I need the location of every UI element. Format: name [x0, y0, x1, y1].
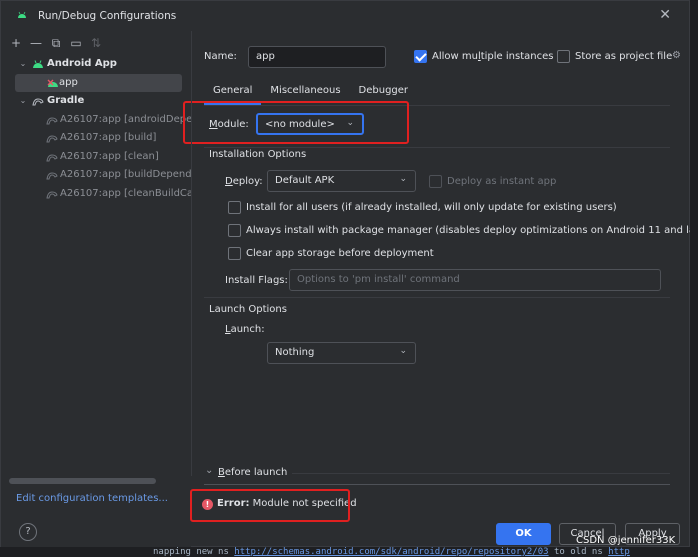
gradle-icon	[46, 190, 58, 198]
tree-node-label: Gradle	[47, 95, 85, 106]
tree-node-label: A26107:app [cleanBuildCache	[60, 187, 191, 199]
deploy-instant-label: Deploy as instant app	[447, 176, 557, 187]
ide-background-right	[690, 0, 698, 557]
gradle-icon	[46, 135, 58, 143]
move-to-folder-icon[interactable]: ▭	[69, 36, 83, 50]
editor-code-line: napping new ns http://schemas.android.co…	[153, 547, 630, 557]
sort-icon[interactable]: ⇅	[89, 36, 103, 50]
store-as-project-label: Store as project file	[575, 51, 673, 62]
tree-toolbar: + — ⧉ ▭ ⇅	[9, 35, 103, 51]
tree-node-app[interactable]: app	[15, 73, 182, 92]
remove-icon[interactable]: —	[29, 36, 43, 50]
name-label: Name:	[204, 51, 237, 62]
tree-node-gradle[interactable]: ⌄ Gradle	[1, 92, 191, 111]
tree-node-label: A26107:app [clean]	[60, 150, 159, 162]
tree-node-label: A26107:app [buildDependent	[60, 169, 191, 180]
android-error-icon	[47, 79, 58, 87]
deploy-select-value: Default APK	[275, 175, 335, 186]
launch-options-heading: Launch Options	[209, 304, 287, 315]
always-pm-label: Always install with package manager (dis…	[246, 225, 698, 236]
panel-divider	[191, 31, 192, 476]
help-icon[interactable]: ?	[19, 523, 37, 541]
android-icon	[18, 11, 26, 18]
install-flags-input[interactable]: Options to 'pm install' command	[289, 269, 661, 291]
divider	[204, 147, 670, 148]
tree-node-label: Android App	[47, 58, 117, 69]
tree-node-gradle-task[interactable]: A26107:app [androidDepend	[1, 111, 191, 130]
before-launch-heading[interactable]: Before launch	[218, 467, 287, 478]
launch-select[interactable]: Nothing ⌄	[267, 342, 416, 364]
gradle-icon	[46, 153, 58, 161]
gear-icon[interactable]: ⚙	[672, 50, 681, 61]
chevron-down-icon[interactable]: ⌄	[18, 55, 28, 74]
config-tree-panel: + — ⧉ ▭ ⇅ ⌄ Android App app ⌄ Gradle A26…	[1, 31, 191, 548]
divider	[204, 297, 670, 298]
deploy-label: Deploy:	[225, 176, 263, 187]
chevron-down-icon[interactable]: ⌄	[18, 92, 28, 111]
annotation-highlight-module	[183, 101, 409, 144]
name-input[interactable]: app	[248, 46, 386, 68]
gradle-icon	[32, 98, 44, 106]
clear-storage-checkbox[interactable]	[228, 247, 241, 260]
config-form-panel: Name: app Allow multiple instances Store…	[183, 31, 698, 548]
always-pm-checkbox[interactable]	[228, 224, 241, 237]
deploy-select[interactable]: Default APK ⌄	[267, 170, 416, 192]
android-icon	[33, 60, 43, 68]
tree-node-label: app	[59, 76, 78, 88]
ok-button[interactable]: OK	[496, 523, 551, 545]
tree-node-android-app[interactable]: ⌄ Android App	[1, 55, 191, 74]
allow-multiple-label: Allow multiple instances	[432, 51, 554, 62]
launch-label: Launch:	[225, 324, 265, 335]
allow-multiple-checkbox[interactable]	[414, 50, 427, 63]
deploy-instant-checkbox	[429, 175, 442, 188]
store-as-project-checkbox[interactable]	[557, 50, 570, 63]
add-icon[interactable]: +	[9, 36, 23, 50]
install-all-users-checkbox[interactable]	[228, 201, 241, 214]
tree-node-label: A26107:app [build]	[60, 132, 157, 143]
before-launch-list-border	[204, 484, 670, 485]
launch-select-value: Nothing	[275, 347, 315, 358]
clear-storage-label: Clear app storage before deployment	[246, 248, 434, 259]
edit-templates-link[interactable]: Edit configuration templates...	[16, 493, 168, 504]
copy-icon[interactable]: ⧉	[49, 36, 63, 50]
tree-node-gradle-task[interactable]: A26107:app [build]	[1, 129, 191, 148]
installation-options-heading: Installation Options	[209, 149, 307, 160]
annotation-highlight-error	[190, 489, 350, 522]
horizontal-scrollbar[interactable]	[9, 478, 156, 484]
chevron-down-icon: ⌄	[399, 346, 407, 356]
install-all-users-label: Install for all users (if already instal…	[246, 202, 617, 213]
tree-node-label: A26107:app [androidDepend	[60, 113, 191, 125]
install-flags-label: Install Flags:	[225, 275, 288, 286]
chevron-down-icon: ⌄	[399, 174, 407, 184]
title-bar: Run/Debug Configurations ✕	[1, 1, 689, 31]
config-tree: ⌄ Android App app ⌄ Gradle A26107:app [a…	[1, 55, 191, 203]
tree-node-gradle-task[interactable]: A26107:app [cleanBuildCache	[1, 185, 191, 204]
run-debug-dialog: Run/Debug Configurations ✕ + — ⧉ ▭ ⇅ ⌄ A…	[0, 0, 698, 548]
tree-node-gradle-task[interactable]: A26107:app [buildDependent	[1, 166, 191, 185]
divider	[292, 473, 670, 474]
gradle-icon	[46, 116, 58, 124]
watermark: CSDN @jennifer33K	[576, 535, 676, 546]
tree-node-gradle-task[interactable]: A26107:app [clean]	[1, 148, 191, 167]
chevron-down-icon[interactable]: ⌄	[205, 465, 213, 476]
dialog-title: Run/Debug Configurations	[38, 10, 177, 22]
gradle-icon	[46, 172, 58, 180]
close-icon[interactable]: ✕	[659, 7, 671, 23]
